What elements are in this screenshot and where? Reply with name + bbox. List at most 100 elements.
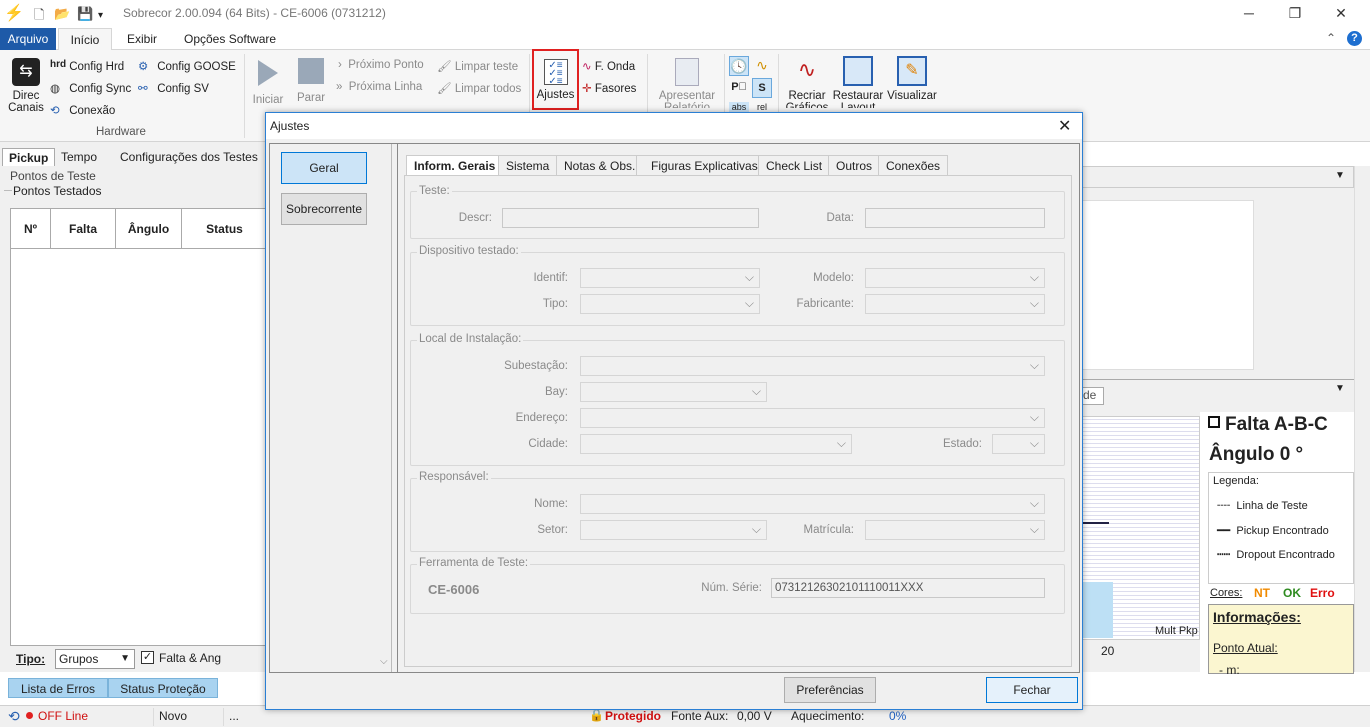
legend-pickup: ━━ Pickup Encontrado <box>1217 525 1329 537</box>
fasores-button[interactable]: ✛ Fasores <box>582 81 636 95</box>
dialog-title-bar: Ajustes ✕ <box>266 113 1082 139</box>
preferencias-button[interactable]: Preferências <box>784 677 876 703</box>
scroll-down-icon[interactable]: ⌵ <box>380 656 388 667</box>
num-serie-input[interactable]: 07312126302101110011XXX <box>771 578 1045 598</box>
falta-ang-checkbox[interactable]: ✓ <box>141 651 154 664</box>
refresh-icon[interactable]: ⟲ <box>8 708 20 725</box>
restaurar-layout-button[interactable]: Restaurar Layout <box>832 56 884 108</box>
nome-select[interactable] <box>580 494 1045 514</box>
limpar-todos-button[interactable]: 🖌 Limpar todos <box>437 81 521 95</box>
setor-select[interactable] <box>580 520 767 540</box>
dialog-close-icon[interactable]: ✕ <box>1058 116 1071 136</box>
proximo-ponto-button[interactable]: › Próximo Ponto <box>338 59 424 71</box>
descr-input[interactable] <box>502 208 759 228</box>
matricula-select[interactable] <box>865 520 1045 540</box>
chevron-down-icon[interactable]: ▼ <box>1335 383 1345 394</box>
conexao-button[interactable]: ⟲ Conexão <box>50 103 115 119</box>
shaded-region <box>1081 582 1113 638</box>
group-responsavel <box>410 478 1065 552</box>
f-onda-button[interactable]: ∿ F. Onda <box>582 59 635 73</box>
tipo-select[interactable]: Grupos ▼ <box>55 649 135 669</box>
chart-tab-fragment[interactable]: de <box>1080 387 1104 405</box>
config-sync-button[interactable]: ◍ Config Sync <box>50 81 131 97</box>
recriar-graficos-button[interactable]: ∿ Recriar Gráficos <box>783 56 831 108</box>
tab-pickup[interactable]: Pickup <box>2 148 56 166</box>
clock-view-button[interactable]: 🕓 <box>729 56 749 76</box>
legend-linha-teste: ╌╌ Linha de Teste <box>1217 500 1308 512</box>
visualize-icon: ✎ <box>897 56 927 86</box>
brush-icon: 🖌 <box>437 61 452 73</box>
iniciar-button[interactable]: Iniciar <box>250 58 286 106</box>
chevron-down-icon[interactable]: ▼ <box>1335 170 1345 181</box>
identif-select[interactable] <box>580 268 760 288</box>
quick-access-dropdown-icon[interactable]: ▾ <box>98 10 103 21</box>
column-header-status[interactable]: Status <box>182 209 267 249</box>
direc-canais-button[interactable]: ⇆ Direc Canais <box>6 56 46 122</box>
data-input[interactable] <box>865 208 1045 228</box>
tab-arquivo[interactable]: Arquivo <box>0 28 56 50</box>
cores-ok: OK <box>1283 586 1301 600</box>
ribbon-tabs: Arquivo Início Exibir Opções Software ⌃ … <box>0 28 1370 50</box>
tab-conexoes[interactable]: Conexões <box>878 155 949 175</box>
minimize-button[interactable]: ─ <box>1226 2 1272 26</box>
tab-status-protecao[interactable]: Status Proteção <box>108 678 218 698</box>
endereco-select[interactable] <box>580 408 1045 428</box>
fonte-aux-value: 0,00 V <box>737 709 772 723</box>
tab-inicio[interactable]: Início <box>58 28 112 50</box>
parar-button[interactable]: Parar <box>293 58 329 104</box>
status-dots: ... <box>229 709 240 723</box>
s-view-button[interactable]: S <box>752 78 772 98</box>
main-form-panel: Inform. Gerais Sistema Notas & Obs. Figu… <box>397 144 1079 672</box>
tab-exibir[interactable]: Exibir <box>117 28 167 50</box>
tab-lista-erros[interactable]: Lista de Erros <box>8 678 108 698</box>
tab-inform-gerais[interactable]: Inform. Gerais <box>406 155 504 176</box>
config-hrd-button[interactable]: hrd Config Hrd <box>50 59 124 75</box>
column-header-numero[interactable]: Nº <box>11 209 51 249</box>
legend-panel: Falta A-B-C Ângulo 0 ° Legenda: ╌╌ Linha… <box>1200 412 1354 677</box>
top-chart-header <box>1080 166 1354 188</box>
nav-geral-button[interactable]: Geral <box>281 152 367 184</box>
open-folder-icon[interactable]: 📂 <box>54 6 70 22</box>
proxima-linha-button[interactable]: » Próxima Linha <box>336 81 422 93</box>
config-sv-button[interactable]: ⚯ Config SV <box>138 81 209 97</box>
column-header-angulo[interactable]: Ângulo <box>116 209 182 249</box>
column-header-falta[interactable]: Falta <box>51 209 116 249</box>
fechar-button[interactable]: Fechar <box>986 677 1078 703</box>
tab-notas-obs[interactable]: Notas & Obs. <box>556 155 644 175</box>
tab-figuras-explicativas[interactable]: Figuras Explicativas <box>636 155 773 175</box>
visualizar-button[interactable]: ✎ Visualizar <box>886 56 938 102</box>
bay-select[interactable] <box>580 382 767 402</box>
apresentar-relatorio-button[interactable]: Apresentar Relatório <box>654 56 720 108</box>
tipo-dispositivo-select[interactable] <box>580 294 760 314</box>
curve-chart: Mult Pkp <box>1080 416 1200 640</box>
new-file-icon[interactable]: 🗋 <box>34 6 44 28</box>
cidade-select[interactable] <box>580 434 852 454</box>
nav-sobrecorrente-button[interactable]: Sobrecorrente <box>281 193 367 225</box>
modelo-select[interactable] <box>865 268 1045 288</box>
estado-select[interactable] <box>992 434 1045 454</box>
save-icon[interactable]: 💾 <box>77 6 93 22</box>
app-lightning-icon: ⚡ <box>4 5 24 22</box>
tab-outros[interactable]: Outros <box>828 155 881 175</box>
tab-sistema[interactable]: Sistema <box>498 155 558 175</box>
scrollbar[interactable] <box>1354 166 1370 672</box>
points-grid[interactable]: Nº Falta Ângulo Status <box>10 208 267 646</box>
tab-tempo[interactable]: Tempo <box>55 148 103 166</box>
legend-box: Legenda: ╌╌ Linha de Teste ━━ Pickup Enc… <box>1208 472 1354 584</box>
collapse-ribbon-icon[interactable]: ⌃ <box>1326 31 1336 45</box>
close-window-button[interactable]: ✕ <box>1318 2 1364 26</box>
limpar-teste-button[interactable]: 🖌 Limpar teste <box>437 59 518 73</box>
restore-button[interactable]: ❐ <box>1272 2 1318 26</box>
config-goose-button[interactable]: ⚙ Config GOOSE <box>138 59 236 75</box>
layout-icon <box>843 56 873 86</box>
wave-view-button[interactable]: ∿ <box>752 56 772 76</box>
p-view-button[interactable]: P⃞ <box>729 78 749 98</box>
subestacao-select[interactable] <box>580 356 1045 376</box>
tab-configuracoes-testes[interactable]: Configurações dos Testes <box>114 148 264 166</box>
help-icon[interactable]: ? <box>1347 31 1362 46</box>
tab-opcoes-software[interactable]: Opções Software <box>174 28 286 50</box>
cores-label: Cores: <box>1210 587 1243 599</box>
fabricante-select[interactable] <box>865 294 1045 314</box>
ajustes-button[interactable]: ✓≡ ✓≡ ✓≡ Ajustes <box>532 49 579 110</box>
tab-check-list[interactable]: Check List <box>758 155 831 175</box>
